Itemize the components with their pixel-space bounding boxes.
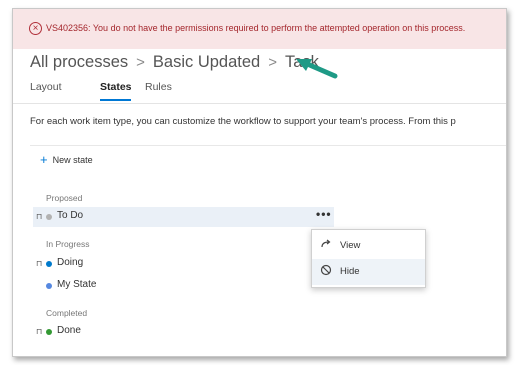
app-window: × VS402356: You do not have the permissi…	[12, 8, 507, 357]
callout-arrow-icon	[296, 59, 338, 79]
